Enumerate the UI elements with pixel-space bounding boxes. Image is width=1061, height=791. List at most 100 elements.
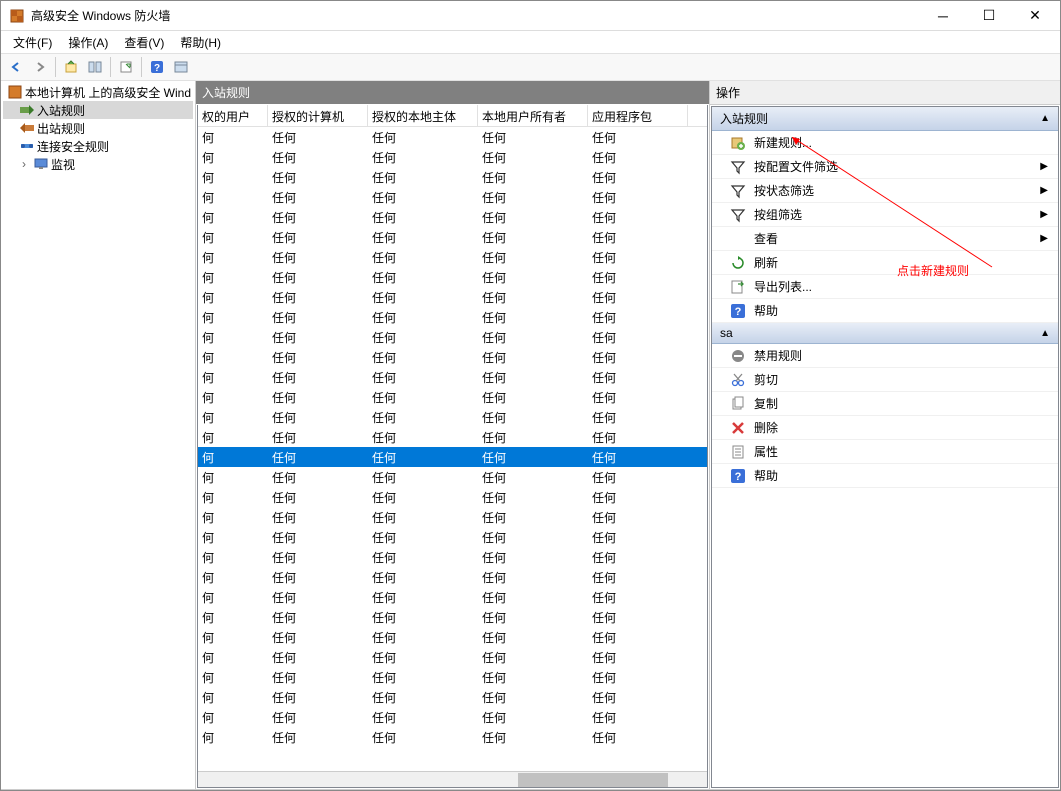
table-row[interactable]: 何任何任何任何任何	[198, 727, 707, 747]
action-复制[interactable]: 复制	[712, 392, 1058, 416]
action-刷新[interactable]: 刷新	[712, 251, 1058, 275]
cell: 任何	[588, 387, 688, 407]
cell: 任何	[588, 427, 688, 447]
cell: 任何	[588, 267, 688, 287]
table-row[interactable]: 何任何任何任何任何	[198, 407, 707, 427]
close-button[interactable]: ✕	[1012, 1, 1058, 31]
cell: 任何	[368, 607, 478, 627]
action-帮助[interactable]: ?帮助	[712, 464, 1058, 488]
maximize-button[interactable]: ☐	[966, 1, 1012, 31]
horizontal-scrollbar[interactable]	[198, 771, 707, 787]
up-button[interactable]	[60, 56, 82, 78]
table-row[interactable]: 何任何任何任何任何	[198, 487, 707, 507]
table-row[interactable]: 何任何任何任何任何	[198, 307, 707, 327]
tree-monitoring[interactable]: › 监视	[3, 155, 193, 173]
table-row[interactable]: 何任何任何任何任何	[198, 187, 707, 207]
action-查看[interactable]: 查看▶	[712, 227, 1058, 251]
table-row[interactable]: 何任何任何任何任何	[198, 207, 707, 227]
table-row[interactable]: 何任何任何任何任何	[198, 627, 707, 647]
table-row[interactable]: 何任何任何任何任何	[198, 707, 707, 727]
menu-view[interactable]: 查看(V)	[116, 32, 172, 53]
table-row[interactable]: 何任何任何任何任何	[198, 467, 707, 487]
cell: 任何	[268, 407, 368, 427]
cell: 任何	[268, 347, 368, 367]
actions-section-sa[interactable]: sa ▲	[712, 323, 1058, 344]
cell: 任何	[268, 667, 368, 687]
table-row[interactable]: 何任何任何任何任何	[198, 387, 707, 407]
table-row[interactable]: 何任何任何任何任何	[198, 327, 707, 347]
col-app-package[interactable]: 应用程序包	[588, 105, 688, 126]
inbound-icon	[19, 102, 35, 118]
table-row[interactable]: 何任何任何任何任何	[198, 167, 707, 187]
show-hide-button[interactable]	[84, 56, 106, 78]
table-row[interactable]: 何任何任何任何任何	[198, 607, 707, 627]
action-按配置文件筛选[interactable]: 按配置文件筛选▶	[712, 155, 1058, 179]
action-按组筛选[interactable]: 按组筛选▶	[712, 203, 1058, 227]
action-帮助[interactable]: ?帮助	[712, 299, 1058, 323]
table-row[interactable]: 何任何任何任何任何	[198, 547, 707, 567]
table-row[interactable]: 何任何任何任何任何	[198, 527, 707, 547]
action-剪切[interactable]: 剪切	[712, 368, 1058, 392]
action-禁用规则[interactable]: 禁用规则	[712, 344, 1058, 368]
tree-inbound-rules[interactable]: 入站规则	[3, 101, 193, 119]
table-row[interactable]: 何任何任何任何任何	[198, 507, 707, 527]
cell: 任何	[588, 287, 688, 307]
cell: 任何	[268, 587, 368, 607]
export-button[interactable]	[115, 56, 137, 78]
tree-outbound-rules[interactable]: 出站规则	[3, 119, 193, 137]
table-row[interactable]: 何任何任何任何任何	[198, 427, 707, 447]
table-row[interactable]: 何任何任何任何任何	[198, 267, 707, 287]
help-button[interactable]: ?	[146, 56, 168, 78]
tree-connection-security[interactable]: 连接安全规则	[3, 137, 193, 155]
table-row[interactable]: 何任何任何任何任何	[198, 567, 707, 587]
cell: 任何	[368, 467, 478, 487]
expand-icon[interactable]: ›	[17, 157, 31, 171]
table-row[interactable]: 何任何任何任何任何	[198, 127, 707, 147]
cell: 任何	[368, 227, 478, 247]
table-row[interactable]: 何任何任何任何任何	[198, 647, 707, 667]
col-auth-user[interactable]: 权的用户	[198, 105, 268, 126]
action-按状态筛选[interactable]: 按状态筛选▶	[712, 179, 1058, 203]
cell: 任何	[368, 247, 478, 267]
table-row[interactable]: 何任何任何任何任何	[198, 687, 707, 707]
col-auth-computer[interactable]: 授权的计算机	[268, 105, 368, 126]
cell: 任何	[368, 507, 478, 527]
table-row[interactable]: 何任何任何任何任何	[198, 447, 707, 467]
table-row[interactable]: 何任何任何任何任何	[198, 227, 707, 247]
forward-button[interactable]	[29, 56, 51, 78]
tree-root[interactable]: 本地计算机 上的高级安全 Wind	[3, 83, 193, 101]
col-local-user-owner[interactable]: 本地用户所有者	[478, 105, 588, 126]
cell: 任何	[368, 347, 478, 367]
scrollbar-thumb[interactable]	[518, 773, 668, 787]
cell: 任何	[478, 267, 588, 287]
col-auth-local-principal[interactable]: 授权的本地主体	[368, 105, 478, 126]
table-row[interactable]: 何任何任何任何任何	[198, 247, 707, 267]
cell: 任何	[368, 667, 478, 687]
table-row[interactable]: 何任何任何任何任何	[198, 587, 707, 607]
tree-item-label: 入站规则	[37, 102, 85, 119]
cell: 任何	[478, 247, 588, 267]
table-row[interactable]: 何任何任何任何任何	[198, 147, 707, 167]
menu-file[interactable]: 文件(F)	[5, 32, 60, 53]
table-row[interactable]: 何任何任何任何任何	[198, 667, 707, 687]
action-label: 属性	[754, 443, 778, 460]
minimize-button[interactable]: ─	[920, 1, 966, 31]
cell: 何	[198, 587, 268, 607]
panel-button[interactable]	[170, 56, 192, 78]
window-title: 高级安全 Windows 防火墙	[31, 7, 920, 24]
back-button[interactable]	[5, 56, 27, 78]
actions-section-inbound[interactable]: 入站规则 ▲	[712, 107, 1058, 131]
cell: 何	[198, 667, 268, 687]
action-新建规则[interactable]: 新建规则...	[712, 131, 1058, 155]
table-row[interactable]: 何任何任何任何任何	[198, 287, 707, 307]
action-删除[interactable]: 删除	[712, 416, 1058, 440]
column-headers: 权的用户 授权的计算机 授权的本地主体 本地用户所有者 应用程序包	[198, 105, 707, 127]
table-row[interactable]: 何任何任何任何任何	[198, 347, 707, 367]
action-导出列表[interactable]: 导出列表...	[712, 275, 1058, 299]
cell: 何	[198, 387, 268, 407]
menu-help[interactable]: 帮助(H)	[172, 32, 229, 53]
table-row[interactable]: 何任何任何任何任何	[198, 367, 707, 387]
menu-action[interactable]: 操作(A)	[60, 32, 116, 53]
action-属性[interactable]: 属性	[712, 440, 1058, 464]
cell: 何	[198, 487, 268, 507]
